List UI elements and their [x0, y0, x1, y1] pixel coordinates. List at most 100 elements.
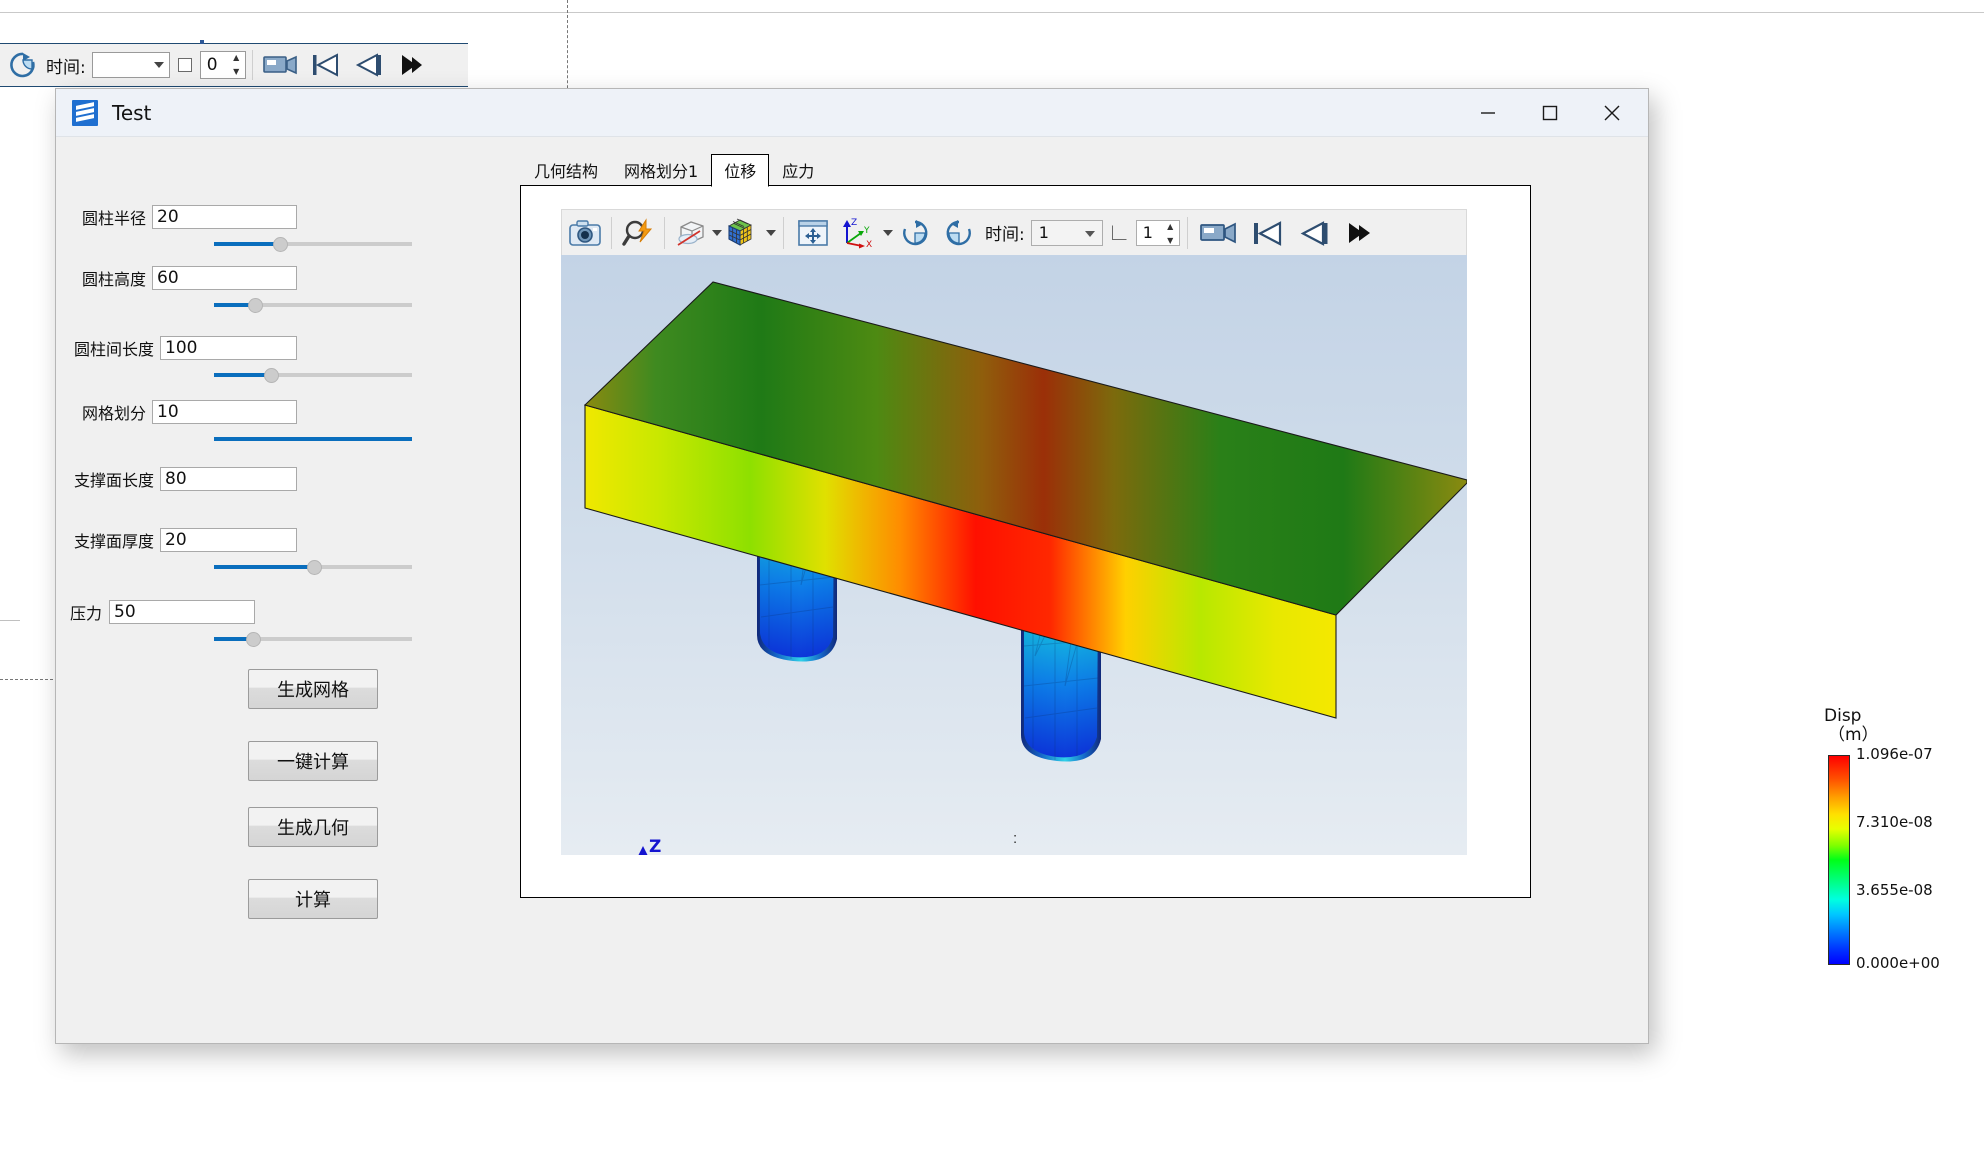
window-titlebar[interactable]: Test	[56, 89, 1648, 137]
vtk-frame-spinner[interactable]: 1 ▲ ▼	[1135, 219, 1180, 246]
svg-text:Z: Z	[649, 837, 661, 855]
legend-title-line1: Disp	[1824, 706, 1862, 726]
tab-content-displacement: Z Y X 时间: 1 1 ▲ ▼ Z:	[520, 185, 1531, 898]
rotate-ccw-icon[interactable]	[937, 214, 981, 252]
one-click-compute-label: 一键计算	[277, 752, 349, 773]
generate-mesh-label: 生成网格	[277, 680, 349, 701]
compute-button[interactable]: 计算	[248, 879, 378, 919]
host-loop-checkbox[interactable]	[177, 58, 192, 72]
maximize-icon[interactable]	[1520, 89, 1580, 137]
spinner-arrows-icon[interactable]: ▲ ▼	[1165, 222, 1176, 245]
svg-text:X: X	[866, 240, 872, 249]
support-length-input[interactable]: 80	[160, 467, 297, 491]
cylinder-radius-value: 20	[157, 207, 179, 227]
vtk-time-combo[interactable]: 1	[1030, 219, 1103, 246]
toolbar-separator	[664, 216, 665, 249]
play-fast-icon[interactable]	[391, 46, 431, 84]
vtk-loop-checkbox[interactable]	[1111, 225, 1127, 240]
tab-displacement[interactable]: 位移	[711, 154, 770, 187]
surface-hidden-icon[interactable]	[672, 214, 710, 252]
one-click-compute-button[interactable]: 一键计算	[248, 741, 378, 781]
support-thickness-slider[interactable]	[214, 558, 412, 576]
mesh-division-value: 10	[157, 402, 179, 422]
cylinder-span-slider[interactable]	[214, 366, 412, 384]
legend-max-value: 1.096e-07	[1856, 745, 1933, 763]
axes-orientation-icon[interactable]: Z Y X	[835, 214, 881, 252]
pressure-input[interactable]: 50	[109, 600, 255, 624]
toolbar-grip-dot	[200, 40, 204, 44]
slider-fill	[214, 373, 272, 377]
tab-mesh[interactable]: 网格划分1	[611, 154, 711, 187]
slider-thumb[interactable]	[263, 368, 279, 383]
camera-record-icon[interactable]	[259, 46, 303, 84]
tab-strip: 几何结构 网格划分1 位移 应力	[521, 154, 827, 187]
support-thickness-value: 20	[165, 530, 187, 550]
parameters-sidebar: 圆柱半径 20 圆柱高度 60 圆柱间长度 100 网格划分 10 支撑面长度 …	[56, 137, 456, 1045]
axes-orientation-gizmo: Z Y X	[638, 837, 661, 855]
tab-mesh-label: 网格划分1	[624, 162, 699, 181]
cylinder-span-input[interactable]: 100	[160, 336, 297, 360]
chevron-down-icon[interactable]	[766, 229, 776, 236]
chevron-down-icon[interactable]	[712, 229, 722, 236]
minimize-icon[interactable]	[1458, 89, 1518, 137]
window-title: Test	[112, 100, 152, 125]
cylinder-radius-slider[interactable]	[214, 235, 412, 253]
legend-title-line2: （m）	[1828, 725, 1879, 745]
mesh-division-slider[interactable]	[214, 430, 412, 448]
generate-geometry-label: 生成几何	[277, 818, 349, 839]
vtk-time-combo-value: 1	[1038, 223, 1049, 242]
rotate-cw-icon[interactable]	[893, 214, 937, 252]
slider-thumb[interactable]	[247, 298, 263, 313]
slider-thumb[interactable]	[273, 237, 289, 252]
record-video-icon[interactable]	[1195, 214, 1243, 252]
skip-first-icon[interactable]	[303, 46, 347, 84]
close-icon[interactable]	[1582, 89, 1642, 137]
cylinder-span-value: 100	[165, 338, 198, 358]
play-fast-icon[interactable]	[1339, 214, 1379, 252]
cylinder-radius-input[interactable]: 20	[152, 205, 297, 229]
host-time-combo[interactable]	[91, 52, 170, 78]
tab-displacement-label: 位移	[724, 162, 757, 181]
slider-thumb[interactable]	[307, 560, 323, 575]
generate-mesh-button[interactable]: 生成网格	[248, 669, 378, 709]
legend-midlow-value: 3.655e-08	[1856, 881, 1933, 899]
pressure-value: 50	[114, 602, 136, 622]
step-back-icon[interactable]	[347, 46, 391, 84]
host-frame-spinner[interactable]: 0 ▲ ▼	[199, 51, 246, 79]
compute-label: 计算	[295, 890, 331, 911]
tab-stress-label: 应力	[782, 162, 815, 181]
host-time-label: 时间:	[46, 57, 86, 78]
viewport-status-marker: :	[1013, 830, 1018, 847]
svg-text:Z: Z	[851, 218, 857, 228]
host-top-divider-right	[567, 12, 1984, 13]
generate-geometry-button[interactable]: 生成几何	[248, 807, 378, 847]
vtk-render-viewport[interactable]: Z Y X :	[561, 255, 1467, 855]
toolbar-separator	[611, 216, 612, 249]
camera-snapshot-icon[interactable]	[566, 214, 604, 252]
color-cube-icon[interactable]	[722, 214, 764, 252]
host-animation-toolbar: 时间: 0 ▲ ▼	[0, 40, 468, 87]
step-back-icon[interactable]	[1291, 214, 1339, 252]
refresh-rotate-icon[interactable]	[4, 46, 42, 84]
control-label: 圆柱高度	[81, 270, 146, 289]
support-thickness-input[interactable]: 20	[160, 528, 297, 552]
host-frame-spinner-value: 0	[206, 55, 218, 75]
mesh-division-input[interactable]: 10	[152, 400, 297, 424]
tab-geometry[interactable]: 几何结构	[521, 154, 611, 187]
skip-first-icon[interactable]	[1243, 214, 1291, 252]
slider-thumb[interactable]	[245, 632, 261, 647]
pressure-slider[interactable]	[214, 630, 412, 648]
tab-stress[interactable]: 应力	[769, 154, 827, 187]
legend-color-bar	[1828, 755, 1850, 965]
fem-displacement-render: Z Y X	[583, 281, 1467, 855]
color-legend: Disp （m） 1.096e-07 7.310e-08 3.655e-08 0…	[1824, 706, 1944, 973]
magnifier-lightning-icon[interactable]	[619, 214, 657, 252]
chevron-down-icon[interactable]	[883, 229, 893, 236]
cylinder-height-slider[interactable]	[214, 296, 412, 314]
control-label: 支撑面厚度	[73, 532, 154, 551]
spinner-arrows-icon[interactable]: ▲ ▼	[231, 54, 242, 76]
control-row-cylinder-height: 圆柱高度 60	[56, 266, 456, 314]
cylinder-height-input[interactable]: 60	[152, 266, 297, 290]
fit-to-window-icon[interactable]	[791, 214, 835, 252]
control-label: 圆柱间长度	[73, 340, 154, 359]
